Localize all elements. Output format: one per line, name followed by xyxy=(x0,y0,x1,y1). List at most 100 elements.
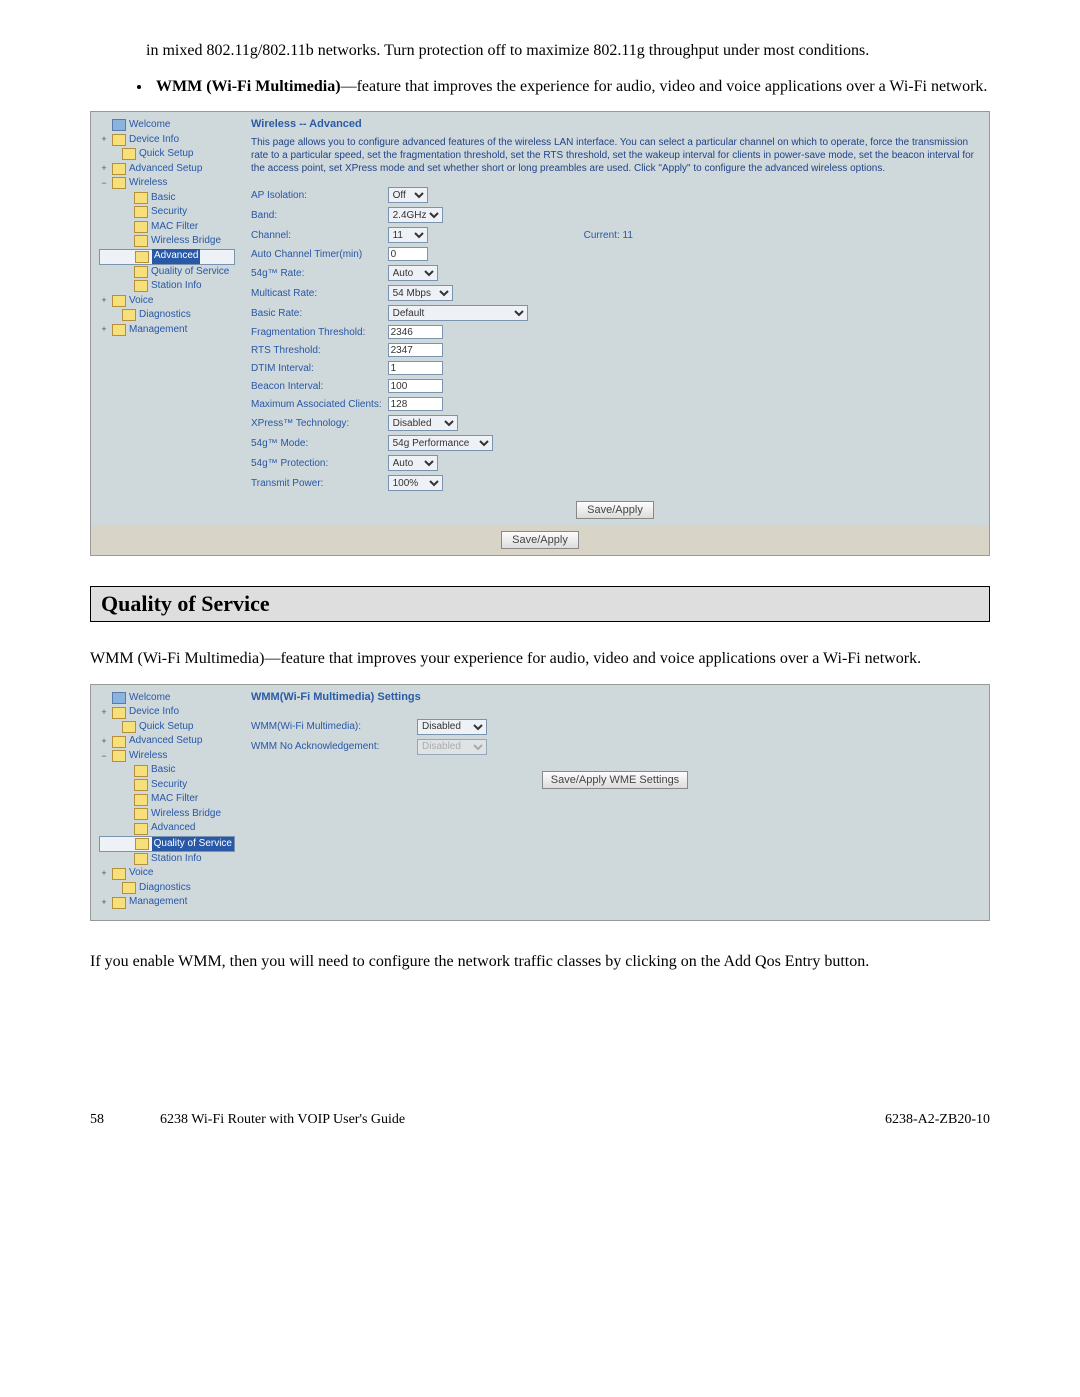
nav-item-wireless[interactable]: − Wireless xyxy=(99,749,235,764)
nav-item-voice[interactable]: + Voice xyxy=(99,866,235,881)
folder-icon xyxy=(112,707,126,719)
folder-icon xyxy=(134,853,148,865)
field-input[interactable] xyxy=(388,247,428,261)
field-select[interactable]: 11 xyxy=(388,227,428,243)
folder-icon xyxy=(134,808,148,820)
expand-icon[interactable]: + xyxy=(99,706,109,719)
field-select[interactable]: 2.4GHz xyxy=(388,207,443,223)
field-select[interactable]: Default xyxy=(388,305,528,321)
expand-icon[interactable]: + xyxy=(99,162,109,175)
expand-icon[interactable]: − xyxy=(99,177,109,190)
field-select[interactable]: Auto xyxy=(388,265,438,281)
field-select[interactable]: 54 Mbps xyxy=(388,285,453,301)
folder-icon xyxy=(112,177,126,189)
folder-icon xyxy=(112,897,126,909)
field-input[interactable] xyxy=(388,397,443,411)
field-select[interactable]: 100% xyxy=(388,475,443,491)
nav-item-label: Device Info xyxy=(129,133,179,148)
nav-item-label: Wireless Bridge xyxy=(151,234,221,249)
folder-icon xyxy=(134,206,148,218)
nav-item-wireless-bridge[interactable]: Wireless Bridge xyxy=(99,234,235,249)
nav-item-advanced[interactable]: Advanced xyxy=(99,249,235,265)
field-label: Auto Channel Timer(min) xyxy=(251,245,388,263)
nav-item-quality-of-service[interactable]: Quality of Service xyxy=(99,265,235,280)
nav-item-mac-filter[interactable]: MAC Filter xyxy=(99,792,235,807)
nav-item-label: Wireless xyxy=(129,749,167,764)
nav-item-station-info[interactable]: Station Info xyxy=(99,852,235,867)
panel-title: WMM(Wi-Fi Multimedia) Settings xyxy=(251,691,979,703)
nav-item-quick-setup[interactable]: Quick Setup xyxy=(99,147,235,162)
nav-item-basic[interactable]: Basic xyxy=(99,763,235,778)
nav-item-advanced[interactable]: Advanced xyxy=(99,821,235,836)
field-label: 54g™ Rate: xyxy=(251,263,388,283)
nav-item-mac-filter[interactable]: MAC Filter xyxy=(99,220,235,235)
expand-icon[interactable]: + xyxy=(99,867,109,880)
field-input[interactable] xyxy=(388,379,443,393)
nav-item-label: Voice xyxy=(129,294,153,309)
nav-item-label: MAC Filter xyxy=(151,792,198,807)
nav-item-wireless[interactable]: −Wireless xyxy=(99,176,235,191)
monitor-icon xyxy=(112,119,126,131)
expand-icon[interactable]: + xyxy=(99,735,109,748)
nav-item-quick-setup[interactable]: Quick Setup xyxy=(99,720,235,735)
nav-item-management[interactable]: +Management xyxy=(99,323,235,338)
nav-item-diagnostics[interactable]: Diagnostics xyxy=(99,308,235,323)
field-select[interactable]: Off xyxy=(388,187,428,203)
expand-icon[interactable]: + xyxy=(99,133,109,146)
field-extra-info: Current: 11 xyxy=(534,225,639,245)
monitor-icon xyxy=(112,692,126,704)
nav-item-advanced-setup[interactable]: + Advanced Setup xyxy=(99,734,235,749)
nav-item-label: Station Info xyxy=(151,279,202,294)
field-select[interactable]: Disabled xyxy=(417,719,487,735)
nav-item-device-info[interactable]: + Device Info xyxy=(99,133,235,148)
nav-item-management[interactable]: + Management xyxy=(99,895,235,910)
field-input[interactable] xyxy=(388,325,443,339)
nav-item-label: Quick Setup xyxy=(139,147,193,162)
nav-item-label: Voice xyxy=(129,866,153,881)
expand-icon[interactable]: + xyxy=(99,896,109,909)
nav-item-label: Basic xyxy=(151,191,175,206)
field-label: RTS Threshold: xyxy=(251,341,388,359)
nav-item-voice[interactable]: + Voice xyxy=(99,294,235,309)
nav-item-security[interactable]: Security xyxy=(99,205,235,220)
folder-icon xyxy=(122,882,136,894)
folder-icon xyxy=(112,295,126,307)
nav-item-label: Management xyxy=(129,895,187,910)
qos-intro-para: WMM (Wi-Fi Multimedia)—feature that impr… xyxy=(90,648,990,670)
save-apply-wme-button[interactable]: Save/Apply WME Settings xyxy=(542,771,688,789)
nav-tree: Welcome+Device InfoQuick Setup + Advanced … xyxy=(91,685,241,920)
nav-item-station-info[interactable]: Station Info xyxy=(99,279,235,294)
folder-icon xyxy=(135,838,149,850)
footer-doc-title: 6238 Wi-Fi Router with VOIP User's Guide xyxy=(160,1112,845,1128)
nav-item-advanced-setup[interactable]: + Advanced Setup xyxy=(99,162,235,177)
field-label: Band: xyxy=(251,205,388,225)
expand-icon[interactable]: + xyxy=(99,294,109,307)
nav-item-basic[interactable]: Basic xyxy=(99,191,235,206)
nav-item-device-info[interactable]: +Device Info xyxy=(99,705,235,720)
nav-item-diagnostics[interactable]: Diagnostics xyxy=(99,881,235,896)
folder-icon xyxy=(134,794,148,806)
expand-icon[interactable]: − xyxy=(99,750,109,763)
field-input[interactable] xyxy=(388,343,443,357)
expand-icon[interactable]: + xyxy=(99,323,109,336)
nav-item-label: Advanced Setup xyxy=(129,734,202,749)
nav-item-security[interactable]: Security xyxy=(99,778,235,793)
save-apply-button[interactable]: Save/Apply xyxy=(576,501,654,519)
field-label: Basic Rate: xyxy=(251,303,388,323)
field-select[interactable]: 54g Performance xyxy=(388,435,493,451)
field-select[interactable]: Disabled xyxy=(388,415,458,431)
field-input[interactable] xyxy=(388,361,443,375)
nav-item-wireless-bridge[interactable]: Wireless Bridge xyxy=(99,807,235,822)
folder-icon xyxy=(112,324,126,336)
nav-item-label: Advanced Setup xyxy=(129,162,202,177)
nav-item-welcome[interactable]: Welcome xyxy=(99,118,235,133)
nav-item-label: Basic xyxy=(151,763,175,778)
nav-item-label: Advanced xyxy=(152,249,200,264)
save-apply-button-footer[interactable]: Save/Apply xyxy=(501,531,579,549)
field-select[interactable]: Auto xyxy=(388,455,438,471)
nav-item-welcome[interactable]: Welcome xyxy=(99,691,235,706)
nav-item-label: Quick Setup xyxy=(139,720,193,735)
nav-item-quality-of-service[interactable]: Quality of Service xyxy=(99,836,235,852)
nav-item-label: Wireless Bridge xyxy=(151,807,221,822)
intro-bullet-wmm: WMM (Wi-Fi Multimedia)—feature that impr… xyxy=(152,76,990,98)
